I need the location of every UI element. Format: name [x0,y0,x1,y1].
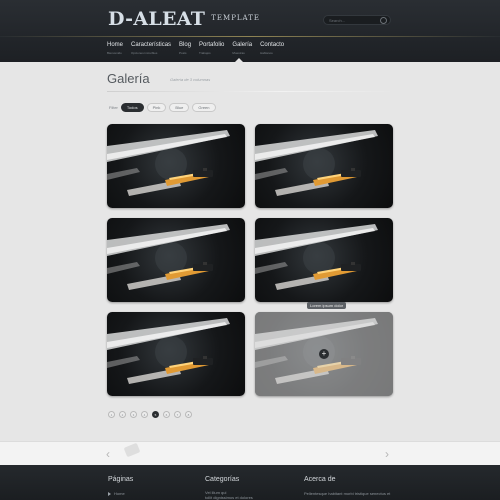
gallery-item[interactable] [107,124,245,208]
gallery-photo [255,124,393,208]
nav-item-contacto[interactable]: Contacto Hablanos [260,42,284,56]
chevron-right-icon[interactable]: › [385,447,389,461]
page-3[interactable]: 3 [130,411,137,418]
footer-link-home[interactable]: Home [108,491,125,496]
search-input[interactable]: Search... [323,15,391,25]
page-subtitle: Galería de 3 columnas [170,77,211,82]
page-title: Galería [107,71,150,86]
image-tooltip: Lorem ipsum dolor [307,302,347,309]
page-7[interactable]: 7 [174,411,181,418]
main-nav: Home Bienvenido Características Opciones i… [107,42,292,56]
footer-about-text: Pellentesque habitant morbi tristique se… [304,491,391,496]
plus-icon[interactable]: + [319,349,329,359]
pagination: 1 2 3 4 5 6 7 8 [108,411,196,418]
nav-item-portafolio[interactable]: Portafolio Trabajos [199,42,224,56]
filter-green[interactable]: Green [192,103,216,112]
gallery-photo [107,312,245,396]
page-5[interactable]: 5 [152,411,159,418]
filter-todos[interactable]: Todos [120,103,144,112]
site-header: D-ALEAT TEMPLATE Search... Home Bienvenido… [0,0,500,62]
gallery-item[interactable] [107,312,245,396]
gallery-item[interactable] [255,124,393,208]
page-4[interactable]: 4 [141,411,148,418]
filter-bar: Filter Todos Pink Blue Green [109,103,219,112]
footer-title-paginas: Páginas [108,476,134,483]
footer-title-acerca: Acerca de [304,476,336,483]
arrow-right-icon [108,491,111,496]
active-nav-indicator [235,58,243,62]
page-1[interactable]: 1 [108,411,115,418]
page-2[interactable]: 2 [119,411,126,418]
gallery-item[interactable] [255,218,393,302]
nav-item-galeria[interactable]: Galería Muestras [232,42,252,56]
sticky-note-icon [123,442,141,458]
nav-item-caracteristicas[interactable]: Características Opciones increíbles [131,42,171,56]
logo-suffix: TEMPLATE [211,14,261,22]
gallery-item-hovered[interactable]: + [255,312,393,396]
gallery-item[interactable] [107,218,245,302]
title-divider [107,91,397,92]
page-6[interactable]: 6 [163,411,170,418]
carousel-band: ‹ › [0,441,500,466]
search-icon[interactable] [380,17,387,24]
filter-label: Filter [109,105,118,110]
filter-blue[interactable]: Blue [169,103,190,112]
page-8[interactable]: 8 [185,411,192,418]
gallery-photo [107,124,245,208]
chevron-left-icon[interactable]: ‹ [106,447,110,461]
gallery-photo [255,218,393,302]
filter-pink[interactable]: Pink [146,103,167,112]
site-logo[interactable]: D-ALEAT TEMPLATE [108,8,260,30]
footer-link-category-2[interactable]: tollit dignissimos et dolores [205,495,253,500]
gallery-photo [107,218,245,302]
nav-item-home[interactable]: Home Bienvenido [107,42,123,56]
nav-item-blog[interactable]: Blog Posts [179,42,191,56]
footer-title-categorias: Categorías [205,476,240,483]
